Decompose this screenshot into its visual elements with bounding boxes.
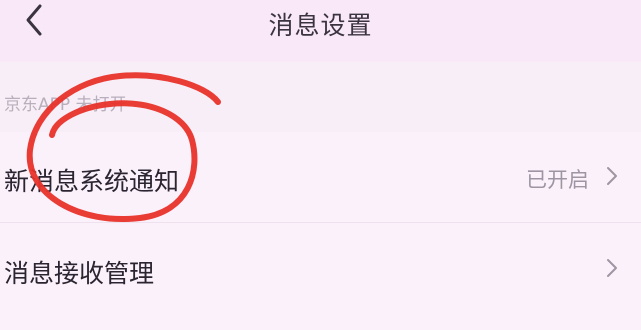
setting-row-system-notification[interactable]: 新消息系统通知 已开启 <box>0 132 641 223</box>
setting-label: 新消息系统通知 <box>4 167 180 196</box>
chevron-right-icon <box>605 257 619 279</box>
setting-row-receive-management[interactable]: 消息接收管理 <box>0 224 641 314</box>
divider <box>0 222 641 223</box>
section-label: 京东APP 未打开 <box>4 95 127 115</box>
page-title: 消息设置 <box>268 11 373 40</box>
chevron-right-icon <box>605 165 619 187</box>
header: 消息设置 <box>0 0 641 62</box>
setting-label: 消息接收管理 <box>4 259 155 288</box>
setting-status: 已开启 <box>526 168 589 192</box>
settings-list: 新消息系统通知 已开启 消息接收管理 <box>0 132 641 330</box>
